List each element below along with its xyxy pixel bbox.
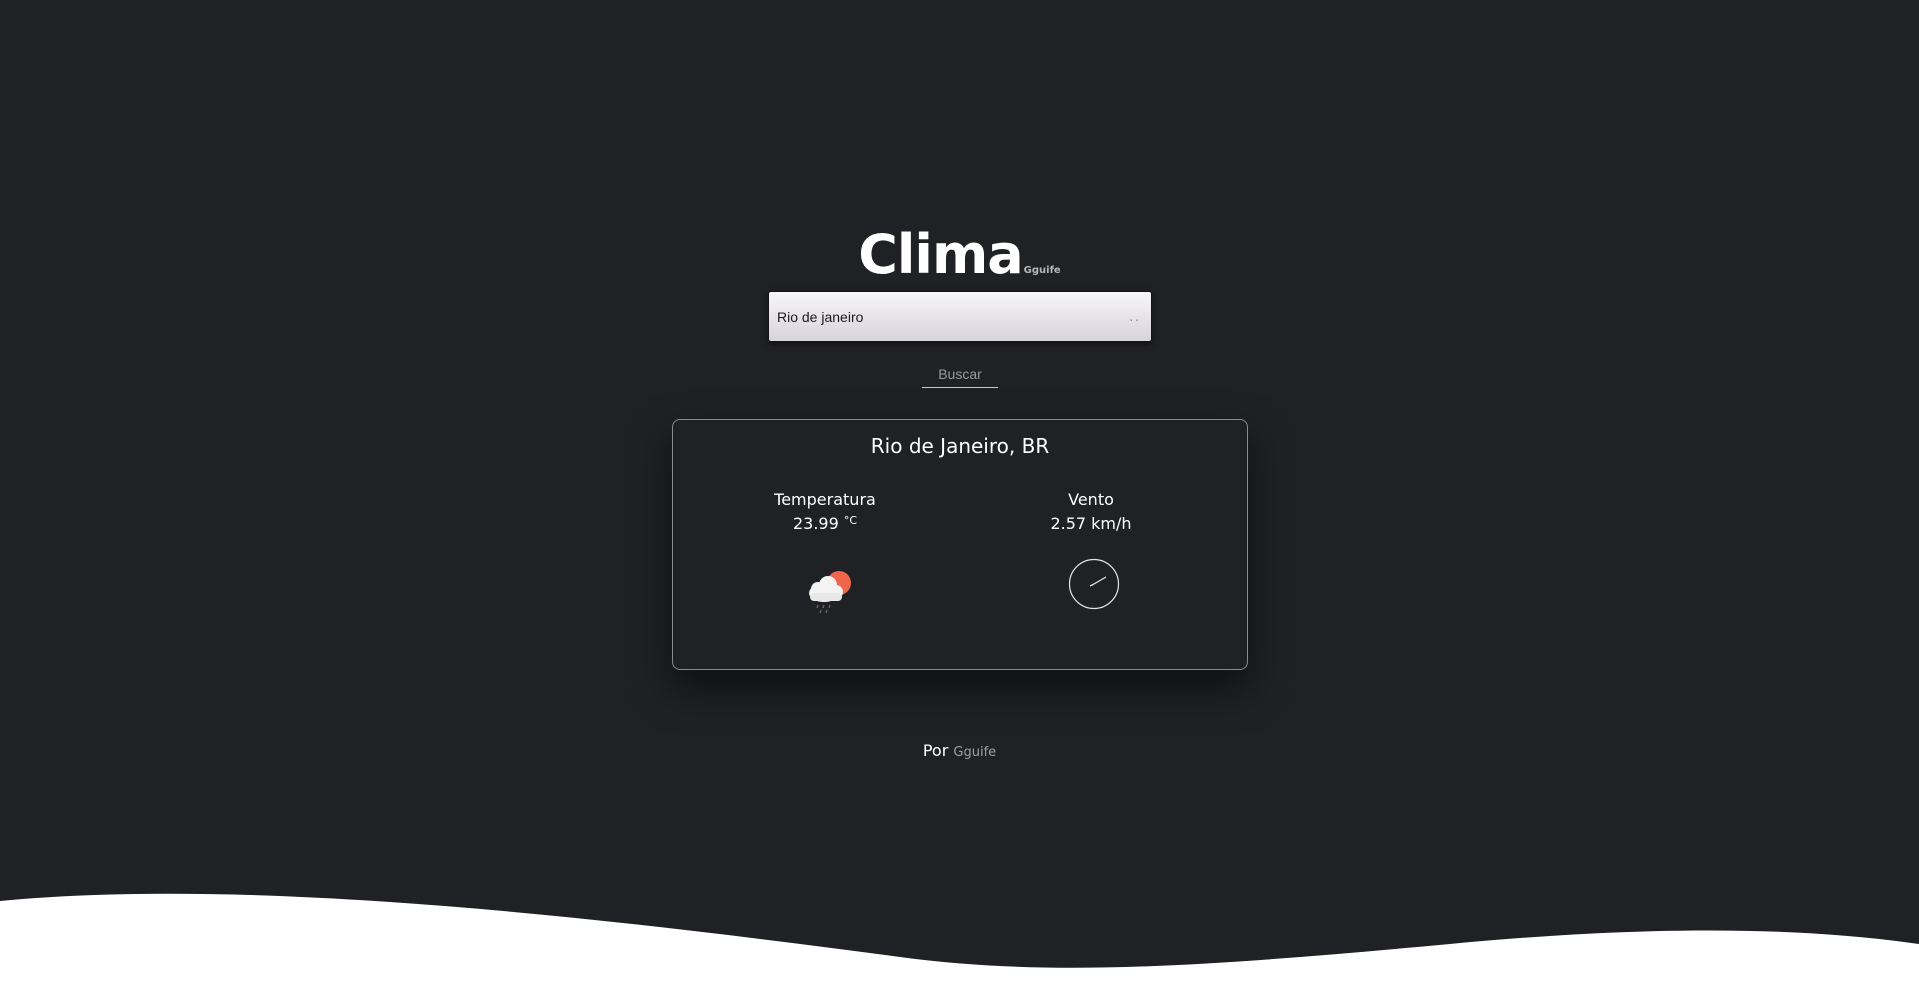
search-box[interactable]: .. (768, 291, 1152, 342)
app-subtitle: Gguife (1023, 265, 1061, 276)
search-button[interactable]: Buscar (922, 360, 998, 388)
wind-value: 2.57 km/h (1050, 514, 1132, 533)
temperature-value-row: 23.99 °C (725, 514, 925, 534)
header: ClimaGguife (0, 220, 1919, 290)
wind-label: Vento (1068, 490, 1114, 509)
temperature-section: Temperatura 23.99 °C (725, 490, 925, 534)
app-title: Clima (858, 223, 1023, 286)
bottom-wave (0, 893, 1919, 989)
footer: Por Gguife (0, 741, 1919, 760)
temperature-unit: °C (843, 514, 858, 527)
wind-direction-icon (1068, 558, 1120, 610)
temperature-value: 23.99 (792, 514, 839, 533)
rain-cloud-sun-icon (809, 571, 851, 614)
footer-by: Por (922, 741, 949, 760)
temperature-label: Temperatura (774, 490, 876, 509)
search-dots: .. (1129, 310, 1141, 324)
footer-author-link[interactable]: Gguife (953, 745, 996, 760)
city-search-input[interactable] (777, 292, 1117, 341)
wind-section: Vento 2.57 km/h (991, 490, 1191, 534)
weather-card: Rio de Janeiro, BR Temperatura 23.99 °C … (672, 419, 1248, 670)
city-name: Rio de Janeiro, BR (870, 434, 1050, 458)
page: ClimaGguife .. Buscar Rio de Janeiro, BR… (0, 0, 1919, 989)
